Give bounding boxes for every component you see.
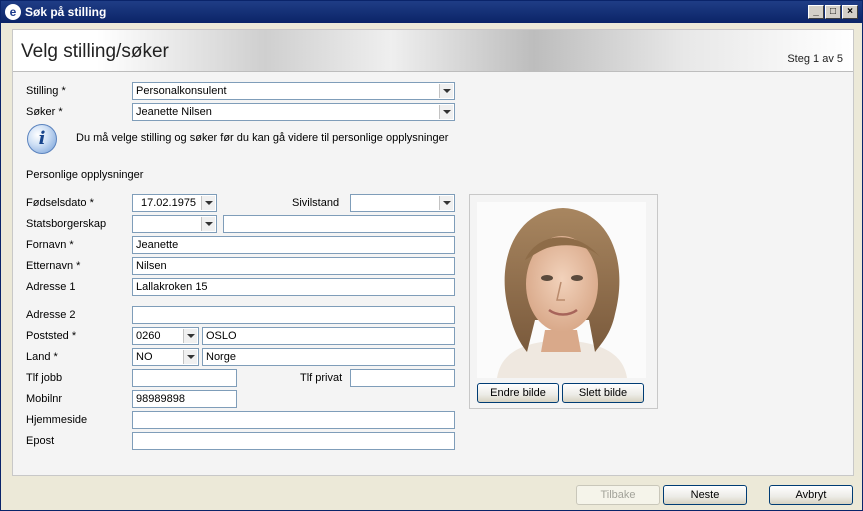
delete-photo-button[interactable]: Slett bilde <box>562 383 644 403</box>
poststed-label: Poststed * <box>26 330 77 342</box>
fornavn-label: Fornavn * <box>26 239 74 251</box>
stilling-select[interactable]: Personalkonsulent <box>132 82 455 100</box>
fodselsdato-picker[interactable]: 17.02.1975 <box>132 194 217 212</box>
stilling-value: Personalkonsulent <box>136 85 227 97</box>
close-icon[interactable]: × <box>842 5 858 19</box>
tlf-privat-input[interactable] <box>350 369 455 387</box>
fodselsdato-value: 17.02.1975 <box>141 197 197 209</box>
land-label: Land * <box>26 351 58 363</box>
sivilstand-select[interactable] <box>350 194 455 212</box>
page-title: Velg stilling/søker <box>21 41 169 62</box>
photo-panel: Endre bilde Slett bilde <box>469 194 658 409</box>
hjemmeside-label: Hjemmeside <box>26 414 88 426</box>
step-indicator: Steg 1 av 5 <box>787 53 843 65</box>
tlf-privat-label: Tlf privat <box>300 372 343 384</box>
cancel-button[interactable]: Avbryt <box>769 485 853 505</box>
wizard-header: Velg stilling/søker Steg 1 av 5 <box>13 30 853 72</box>
applicant-photo <box>477 202 646 378</box>
chevron-down-icon[interactable] <box>183 329 197 343</box>
soker-value: Jeanette Nilsen <box>136 106 212 118</box>
adresse2-label: Adresse 2 <box>26 309 76 321</box>
portrait-image <box>477 202 646 378</box>
tlf-jobb-label: Tlf jobb <box>26 372 63 384</box>
etternavn-input[interactable]: Nilsen <box>132 257 455 275</box>
etternavn-label: Etternavn * <box>26 260 81 272</box>
wizard-window: e Søk på stilling _ □ × Velg stilling/sø… <box>0 0 863 511</box>
adresse1-label: Adresse 1 <box>26 281 76 293</box>
postnr-select[interactable]: 0260 <box>132 327 199 345</box>
title-bar[interactable]: e Søk på stilling _ □ × <box>1 1 862 23</box>
chevron-down-icon[interactable] <box>439 105 453 119</box>
back-button[interactable]: Tilbake <box>576 485 660 505</box>
soker-label: Søker * <box>26 106 63 118</box>
land-name-field[interactable]: Norge <box>202 348 455 366</box>
maximize-icon[interactable]: □ <box>825 5 841 19</box>
epost-input[interactable] <box>132 432 455 450</box>
statsborgerskap-select[interactable] <box>132 215 217 233</box>
poststed-input[interactable]: OSLO <box>202 327 455 345</box>
wizard-content: Velg stilling/søker Steg 1 av 5 Stilling… <box>12 29 854 476</box>
mobilnr-label: Mobilnr <box>26 393 63 405</box>
info-message: Du må velge stilling og søker før du kan… <box>76 132 449 144</box>
mobilnr-input[interactable]: 98989898 <box>132 390 237 408</box>
app-icon: e <box>5 4 21 20</box>
hjemmeside-input[interactable] <box>132 411 455 429</box>
chevron-down-icon[interactable] <box>201 217 215 231</box>
statsborgerskap-name-field[interactable] <box>223 215 455 233</box>
window-title: Søk på stilling <box>25 5 107 19</box>
stilling-label: Stilling * <box>26 85 66 97</box>
fodselsdato-label: Fødselsdato * <box>26 197 94 209</box>
land-code: NO <box>136 351 153 363</box>
fornavn-input[interactable]: Jeanette <box>132 236 455 254</box>
minimize-icon[interactable]: _ <box>808 5 824 19</box>
chevron-down-icon[interactable] <box>183 350 197 364</box>
postnr-value: 0260 <box>136 330 161 342</box>
change-photo-button[interactable]: Endre bilde <box>477 383 559 403</box>
chevron-down-icon[interactable] <box>201 196 215 210</box>
section-title: Personlige opplysninger <box>26 169 144 181</box>
statsborgerskap-label: Statsborgerskap <box>26 218 107 230</box>
next-button[interactable]: Neste <box>663 485 747 505</box>
chevron-down-icon[interactable] <box>439 196 453 210</box>
sivilstand-label: Sivilstand <box>292 197 340 209</box>
soker-select[interactable]: Jeanette Nilsen <box>132 103 455 121</box>
tlf-jobb-input[interactable] <box>132 369 237 387</box>
chevron-down-icon[interactable] <box>439 84 453 98</box>
info-icon: i <box>27 124 57 154</box>
land-select[interactable]: NO <box>132 348 199 366</box>
adresse1-input[interactable]: Lallakroken 15 <box>132 278 455 296</box>
epost-label: Epost <box>26 435 55 447</box>
adresse2-input[interactable] <box>132 306 455 324</box>
